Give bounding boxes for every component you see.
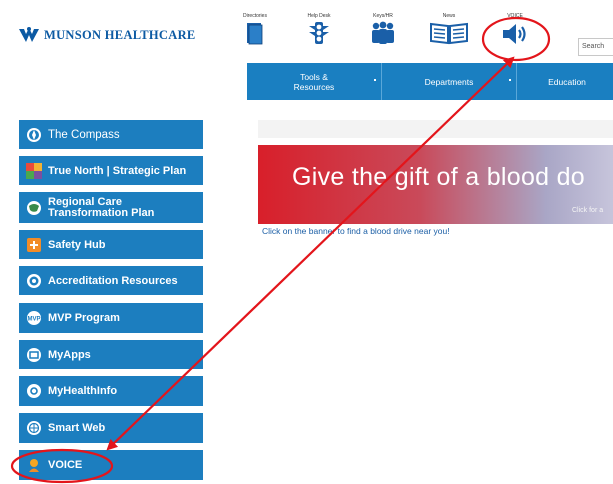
nav-item-label: Education — [548, 76, 586, 87]
window-icon — [26, 347, 42, 363]
book-icon — [247, 23, 263, 45]
sidebar-item-smart-web[interactable]: Smart Web — [19, 413, 203, 443]
top-icon-directories[interactable]: Directories — [230, 13, 280, 45]
top-icon-label: Directories — [243, 13, 267, 19]
sidebar-item-myhealthinfo[interactable]: MyHealthInfo — [19, 376, 203, 406]
top-icon-label: Help Desk — [307, 13, 331, 19]
sidebar-item-label: The Compass — [48, 128, 120, 141]
health-icon — [26, 383, 42, 399]
main-nav: Tools & Resources Departments Education — [247, 63, 613, 100]
sidebar-item-label: MyHealthInfo — [48, 385, 118, 397]
nav-item-tools-resources[interactable]: Tools & Resources — [247, 63, 382, 100]
sidebar-item-label: Regional Care Transformation Plan — [48, 195, 155, 219]
sidebar-item-safety-hub[interactable]: Safety Hub — [19, 230, 203, 259]
web-icon — [26, 420, 42, 436]
people-icon — [372, 21, 394, 44]
mosaic-icon — [26, 162, 42, 179]
sidebar-item-label: Accreditation Resources — [48, 274, 178, 287]
sidebar-item-label: MVP Program — [48, 312, 120, 324]
sidebar-item-accreditation[interactable]: Accreditation Resources — [19, 266, 203, 295]
top-icon-voice[interactable]: VOICE — [490, 13, 540, 47]
mvp-icon: MVP — [26, 310, 42, 326]
top-icon-label: News — [442, 13, 456, 19]
top-icon-keys-hr[interactable]: Keys/HR — [358, 13, 408, 45]
nav-dropdown-dot — [374, 79, 376, 81]
nav-item-label: Departments — [424, 76, 474, 87]
top-icon-label: VOICE — [507, 13, 523, 19]
sidebar-item-label: MyApps — [48, 348, 91, 361]
top-icon-helpdesk[interactable]: Help Desk — [294, 13, 344, 45]
newspaper-icon — [430, 22, 468, 45]
safety-icon — [26, 237, 42, 253]
speaker-icon — [503, 24, 526, 44]
logo-text: Munson Healthcare — [44, 27, 196, 42]
sidebar-item-true-north[interactable]: True North | Strategic Plan — [19, 156, 203, 185]
sidebar-item-compass[interactable]: The Compass — [19, 120, 203, 149]
content-header-strip — [258, 120, 613, 138]
globe-icon — [26, 200, 42, 216]
banner-caption: Click on the banner to find a blood driv… — [262, 226, 450, 236]
nav-item-departments[interactable]: Departments — [382, 63, 517, 100]
munson-logo[interactable]: Munson Healthcare — [18, 26, 196, 44]
banner-subtext: Click for a — [572, 207, 604, 214]
sidebar-item-regional-care[interactable]: Regional Care Transformation Plan — [19, 192, 203, 223]
nav-dropdown-dot — [509, 79, 511, 81]
nav-item-education[interactable]: Education — [517, 63, 613, 100]
target-icon — [26, 273, 42, 289]
logo-mark-icon — [19, 27, 39, 42]
banner-headline: Give the gift of a blood do — [292, 163, 586, 191]
svg-text:MVP: MVP — [27, 317, 40, 323]
top-icon-label: Keys/HR — [373, 13, 393, 19]
sidebar-item-label: Smart Web — [48, 422, 106, 434]
top-icon-news[interactable]: News — [424, 13, 474, 45]
sidebar-item-label: VOICE — [48, 459, 83, 471]
compass-icon — [26, 127, 42, 143]
search-input[interactable]: Search — [578, 38, 613, 56]
sidebar-item-myapps[interactable]: MyApps — [19, 340, 203, 369]
sidebar-item-mvp[interactable]: MVP MVP Program — [19, 303, 203, 333]
sidebar-item-label: Safety Hub — [48, 238, 106, 251]
nav-item-label: Tools & Resources — [293, 71, 335, 92]
voice-icon — [26, 457, 42, 473]
sidebar-item-label: True North | Strategic Plan — [48, 164, 187, 177]
traffic-light-icon — [309, 22, 329, 44]
sidebar-item-voice[interactable]: VOICE — [19, 450, 203, 480]
